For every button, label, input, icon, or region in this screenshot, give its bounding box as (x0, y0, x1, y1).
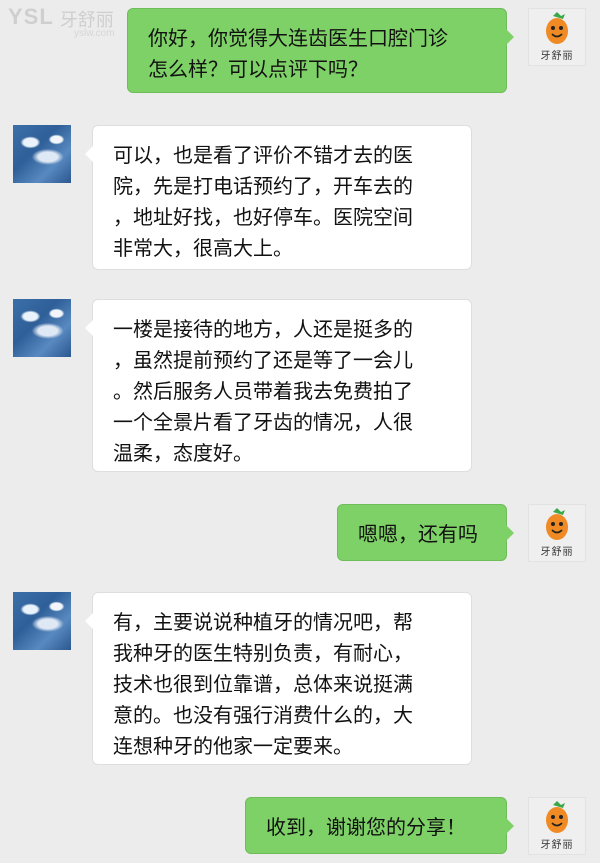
chat-bubble-incoming[interactable]: 有，主要说说种植牙的情况吧，帮 我种牙的医生特别负责，有耐心， 技术也很到位靠谱… (85, 592, 472, 765)
my-avatar[interactable]: 牙舒丽 (528, 797, 586, 855)
chat-bubble-outgoing[interactable]: 嗯嗯，还有吗 (337, 504, 514, 561)
my-avatar-brand: 牙舒丽 (540, 840, 574, 851)
bubble-tail (77, 146, 93, 162)
my-avatar-brand: 牙舒丽 (540, 547, 574, 558)
bubble-tail (77, 320, 93, 336)
message-text: 你好，你觉得大连齿医生口腔门诊 怎么样？可以点评下吗？ (148, 26, 448, 81)
watermark-top: YSL 牙舒丽 yslw.com (8, 4, 115, 39)
my-avatar-brand: 牙舒丽 (540, 51, 574, 62)
chat-bubble-incoming[interactable]: 可以，也是看了评价不错才去的医 院，先是打电话预约了，开车去的 ，地址好找，也好… (85, 125, 472, 270)
message-text: 可以，也是看了评价不错才去的医 院，先是打电话预约了，开车去的 ，地址好找，也好… (113, 143, 413, 260)
bubble-tail (506, 29, 522, 45)
bubble-tail (506, 525, 522, 541)
carrot-mascot-icon (546, 801, 568, 833)
message-text: 嗯嗯，还有吗 (358, 522, 478, 546)
message-text: 一楼是接待的地方，人还是挺多的 ，虽然提前预约了还是等了一会儿 。然后服务人员带… (113, 317, 413, 465)
message-text: 有，主要说说种植牙的情况吧，帮 我种牙的医生特别负责，有耐心， 技术也很到位靠谱… (113, 610, 413, 758)
contact-avatar[interactable] (13, 592, 71, 650)
message-text: 收到，谢谢您的分享！ (266, 815, 466, 839)
chat-bubble-outgoing[interactable]: 收到，谢谢您的分享！ (245, 797, 514, 854)
bubble-tail (77, 613, 93, 629)
carrot-mascot-icon (546, 508, 568, 540)
my-avatar[interactable]: 牙舒丽 (528, 8, 586, 66)
watermark-url: yslw.com (74, 28, 115, 39)
chat-bubble-outgoing[interactable]: 你好，你觉得大连齿医生口腔门诊 怎么样？可以点评下吗？ (127, 8, 514, 93)
my-avatar[interactable]: 牙舒丽 (528, 504, 586, 562)
watermark-brand-latin: YSL (8, 4, 54, 29)
bubble-tail (506, 818, 522, 834)
contact-avatar[interactable] (13, 299, 71, 357)
contact-avatar[interactable] (13, 125, 71, 183)
chat-bubble-incoming[interactable]: 一楼是接待的地方，人还是挺多的 ，虽然提前预约了还是等了一会儿 。然后服务人员带… (85, 299, 472, 472)
carrot-mascot-icon (546, 12, 568, 44)
